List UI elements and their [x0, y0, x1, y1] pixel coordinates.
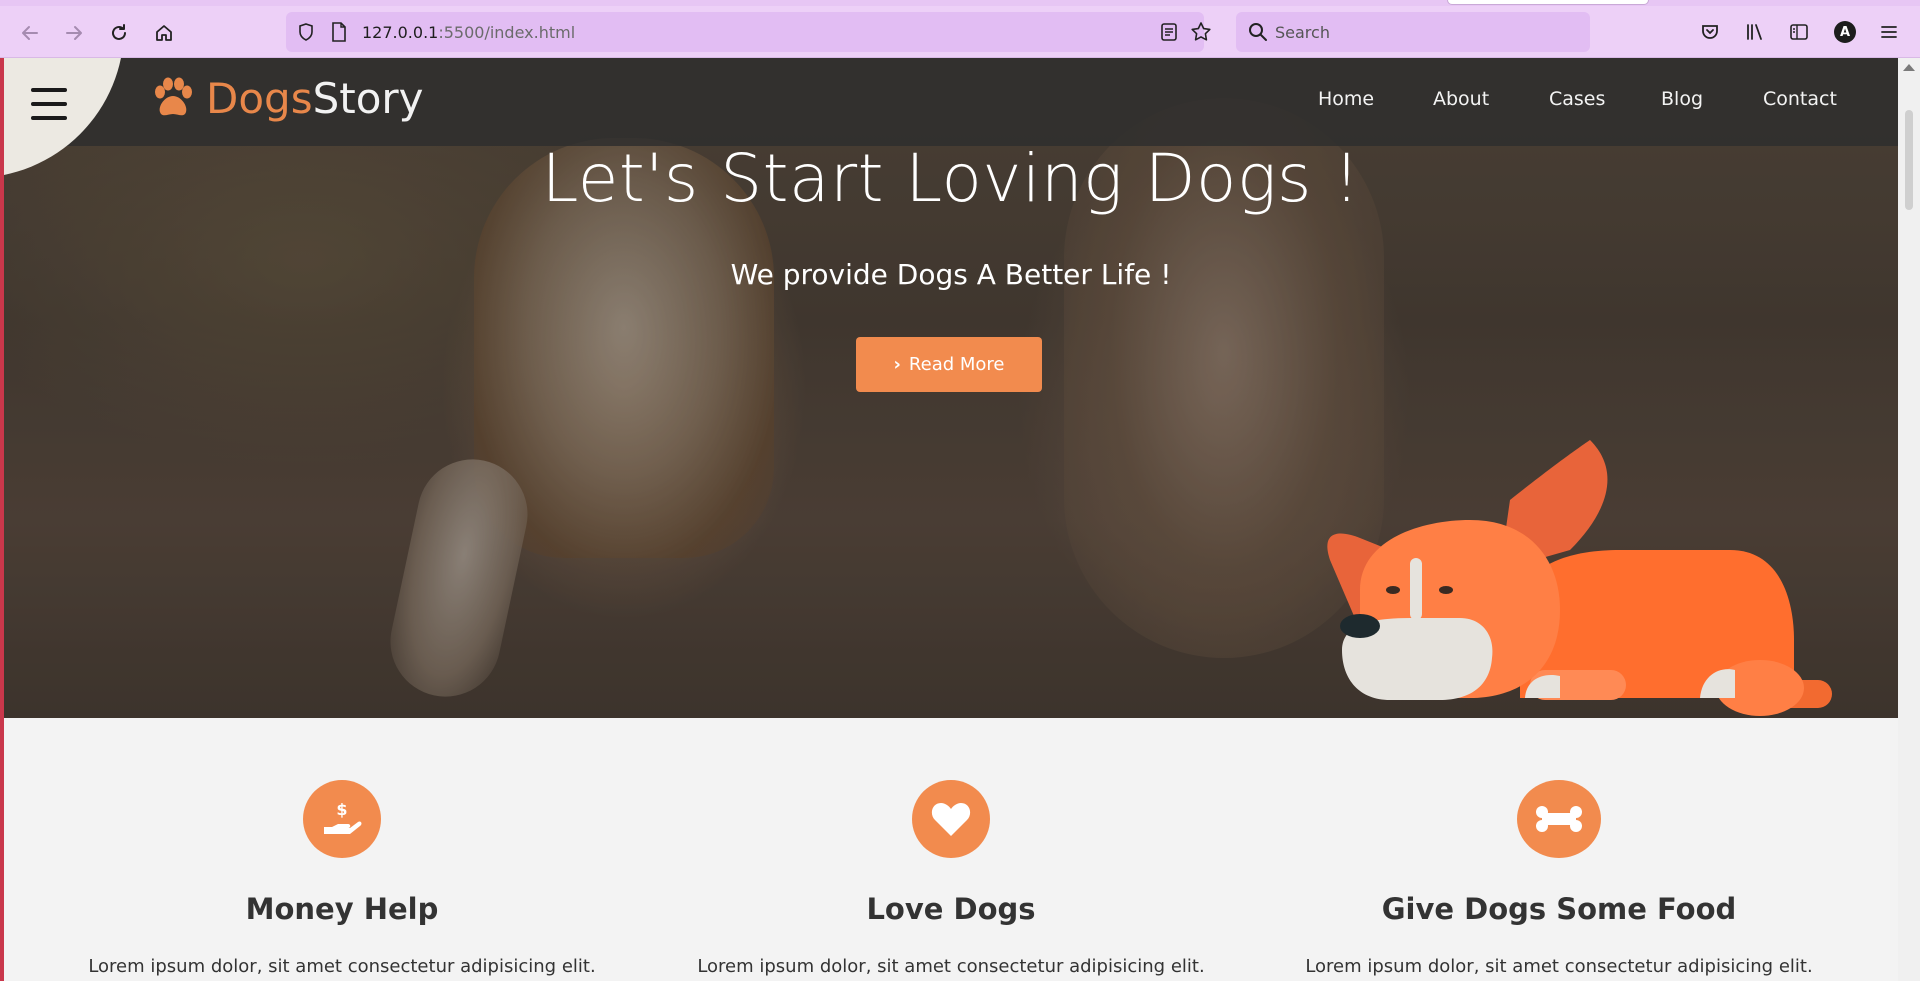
- scroll-up-icon[interactable]: [1903, 64, 1915, 71]
- back-icon[interactable]: [17, 20, 43, 46]
- search-icon: [1248, 22, 1268, 46]
- feature-description: Lorem ipsum dolor, sit amet consectetur …: [88, 956, 596, 977]
- nav-link-home[interactable]: Home: [1318, 88, 1374, 110]
- feature-title: Give Dogs Some Food: [1381, 892, 1737, 926]
- page-scrollbar[interactable]: [1898, 58, 1920, 981]
- menu-icon[interactable]: [1878, 21, 1900, 43]
- feature-money-help: $ Money Help Lorem ipsum dolor, sit amet…: [62, 780, 622, 977]
- reader-view-icon[interactable]: [1160, 22, 1178, 46]
- read-more-button[interactable]: › Read More: [856, 337, 1042, 392]
- heart-icon: [912, 780, 990, 858]
- home-icon[interactable]: [151, 20, 177, 46]
- search-placeholder: Search: [1275, 23, 1330, 42]
- hero-title: Let's Start Loving Dogs !: [541, 140, 1361, 217]
- feature-love-dogs: Love Dogs Lorem ipsum dolor, sit amet co…: [671, 780, 1231, 977]
- site-logo[interactable]: DogsStory: [150, 76, 424, 122]
- feature-title: Love Dogs: [866, 892, 1036, 926]
- bookmark-star-icon[interactable]: [1190, 21, 1212, 47]
- corgi-illustration: [1327, 440, 1832, 716]
- pocket-icon[interactable]: [1699, 21, 1721, 43]
- web-page: Let's Start Loving Dogs ! We provide Dog…: [4, 58, 1898, 981]
- account-avatar[interactable]: A: [1834, 21, 1856, 43]
- nav-link-blog[interactable]: Blog: [1661, 88, 1703, 110]
- hamburger-menu-icon[interactable]: [31, 88, 67, 120]
- feature-food: Give Dogs Some Food Lorem ipsum dolor, s…: [1279, 780, 1839, 977]
- paw-icon: [155, 77, 192, 116]
- library-icon[interactable]: [1744, 21, 1766, 43]
- svg-text:$: $: [336, 800, 347, 819]
- read-more-label: Read More: [908, 354, 1005, 375]
- nav-link-contact[interactable]: Contact: [1763, 88, 1837, 110]
- hand-dollar-icon: $: [303, 780, 381, 858]
- feature-description: Lorem ipsum dolor, sit amet consectetur …: [697, 956, 1205, 977]
- search-bar[interactable]: Search: [1236, 12, 1590, 52]
- reload-icon[interactable]: [106, 20, 132, 46]
- scrollbar-thumb[interactable]: [1905, 110, 1913, 210]
- page-info-icon[interactable]: [330, 22, 348, 46]
- feature-description: Lorem ipsum dolor, sit amet consectetur …: [1305, 956, 1813, 977]
- url-text[interactable]: 127.0.0.1:5500/index.html: [362, 23, 575, 42]
- chevron-right-icon: ›: [893, 354, 901, 375]
- site-navbar: DogsStory Home About Cases Blog Contact: [4, 58, 1898, 178]
- sidebar-icon[interactable]: [1788, 21, 1810, 43]
- nav-link-cases[interactable]: Cases: [1549, 88, 1605, 110]
- nav-link-about[interactable]: About: [1433, 88, 1489, 110]
- bone-icon: [1517, 780, 1601, 858]
- brand-name: DogsStory: [206, 74, 424, 123]
- hero-section: Let's Start Loving Dogs ! We provide Dog…: [4, 58, 1898, 718]
- forward-icon[interactable]: [61, 20, 87, 46]
- hero-subtitle: We provide Dogs A Better Life !: [730, 258, 1172, 291]
- address-bar[interactable]: 127.0.0.1:5500/index.html: [286, 12, 1211, 52]
- feature-title: Money Help: [245, 892, 439, 926]
- active-tab-edge[interactable]: [1447, 0, 1649, 5]
- shield-icon[interactable]: [296, 22, 316, 46]
- browser-toolbar: 127.0.0.1:5500/index.html Search A: [0, 0, 1920, 58]
